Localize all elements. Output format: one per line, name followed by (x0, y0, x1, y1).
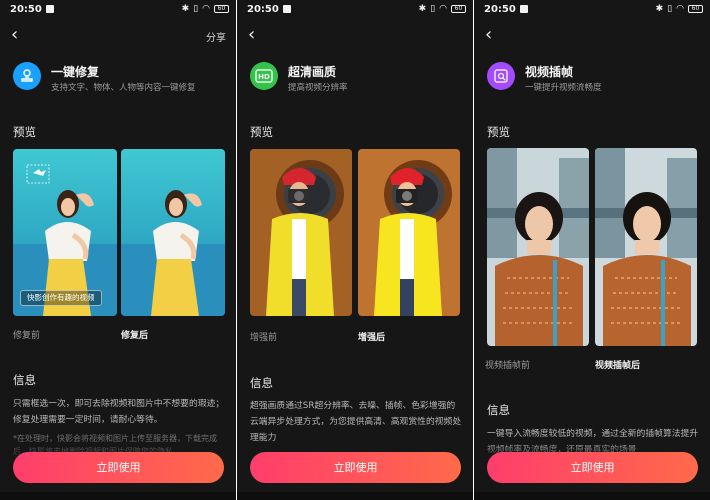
use-now-button[interactable]: 立即使用 (13, 452, 224, 483)
feature-header: 一键修复 支持文字、物体、人物等内容一键修复 (13, 62, 226, 94)
caption-after: 增强后 (358, 333, 386, 343)
screen-frame-interpolation: 20:50 ✱ ▯ ◠ 60 ‹ 视频插帧 一键提升视频流畅度 预览 视频插帧前… (474, 0, 710, 500)
status-time: 20:50 (484, 3, 516, 15)
status-bar: 20:50 ✱ ▯ ◠ 60 (474, 0, 710, 18)
wifi-icon: ◠ (439, 4, 447, 14)
preview-heading: 预览 (250, 125, 273, 139)
preview-image-after (121, 149, 225, 316)
screen-one-click-repair: 20:50 ✱ ▯ ◠ 60 ‹ 分享 一键修复 支持文字、物体、人物等内容一键… (0, 0, 236, 500)
feature-subtitle: 一键提升视频流畅度 (525, 83, 602, 93)
feature-title: 一键修复 (51, 65, 100, 79)
app-notification-icon (282, 5, 291, 13)
person-stamp-icon (13, 62, 41, 90)
preview-image-before (487, 148, 589, 346)
screen-hd-quality: 20:50 ✱ ▯ ◠ 60 ‹ HD 超清画质 提高视频分辨率 预览 增强前 … (237, 0, 473, 500)
info-heading: 信息 (250, 376, 273, 390)
feature-subtitle: 提高视频分辨率 (288, 83, 348, 93)
info-heading: 信息 (13, 373, 36, 387)
caption-after: 视频插帧后 (595, 361, 641, 371)
frame-interpolation-icon (487, 62, 515, 90)
battery-icon: 60 (214, 5, 229, 13)
bluetooth-icon: ✱ (418, 4, 427, 14)
vibrate-icon: ▯ (667, 4, 673, 14)
watermark-label: 快影创作有趣的视频 (20, 290, 102, 306)
caption-before: 增强前 (250, 333, 278, 343)
bluetooth-icon: ✱ (181, 4, 190, 14)
share-button[interactable]: 分享 (206, 29, 226, 44)
status-time: 20:50 (247, 3, 279, 15)
status-bar: 20:50 ✱ ▯ ◠ 60 (0, 0, 236, 18)
hd-icon: HD (250, 62, 278, 90)
status-icons: ✱ ▯ ◠ 60 (656, 4, 703, 14)
status-time: 20:50 (10, 3, 42, 15)
feature-subtitle: 支持文字、物体、人物等内容一键修复 (51, 83, 196, 93)
bluetooth-icon: ✱ (655, 4, 664, 14)
wifi-icon: ◠ (202, 4, 210, 14)
navigation-strip (0, 492, 236, 500)
preview-image-before: 快影创作有趣的视频 (13, 149, 117, 316)
feature-title: 视频插帧 (525, 65, 574, 79)
battery-icon: 60 (451, 5, 466, 13)
top-bar: ‹ (474, 26, 710, 46)
use-now-button[interactable]: 立即使用 (250, 452, 461, 483)
back-button[interactable]: ‹ (11, 26, 27, 46)
feature-header: HD 超清画质 提高视频分辨率 (250, 62, 463, 94)
wifi-icon: ◠ (676, 4, 684, 14)
feature-title: 超清画质 (288, 65, 337, 79)
app-notification-icon (45, 5, 54, 13)
top-bar: ‹ (237, 26, 473, 46)
preview-image-after (595, 148, 697, 346)
preview-heading: 预览 (13, 125, 36, 139)
status-bar: 20:50 ✱ ▯ ◠ 60 (237, 0, 473, 18)
caption-before: 修复前 (13, 331, 41, 341)
battery-icon: 60 (688, 5, 703, 13)
info-text: 超强画质通过SR超分辨率、去噪、插帧、色彩增强的云端异步处理方式，为您提供高清、… (250, 401, 462, 443)
caption-before: 视频插帧前 (485, 361, 531, 371)
preview-image-after (358, 149, 460, 316)
preview-image-before (250, 149, 352, 316)
feature-header: 视频插帧 一键提升视频流畅度 (487, 62, 700, 94)
status-icons: ✱ ▯ ◠ 60 (182, 4, 229, 14)
use-now-button[interactable]: 立即使用 (487, 452, 698, 483)
info-heading: 信息 (487, 403, 510, 417)
navigation-strip (237, 492, 473, 500)
vibrate-icon: ▯ (430, 4, 436, 14)
back-button[interactable]: ‹ (248, 26, 264, 46)
app-notification-icon (519, 5, 528, 13)
vibrate-icon: ▯ (193, 4, 199, 14)
navigation-strip (474, 492, 710, 500)
top-bar: ‹ 分享 (0, 26, 236, 46)
caption-after: 修复后 (121, 331, 149, 341)
svg-text:HD: HD (258, 73, 270, 81)
back-button[interactable]: ‹ (485, 26, 501, 46)
status-icons: ✱ ▯ ◠ 60 (419, 4, 466, 14)
preview-heading: 预览 (487, 125, 510, 139)
info-text: 只需框选一次，即可去除视频和图片中不想要的瑕迹；修复处理需要一定时间，请耐心等待… (13, 399, 225, 425)
